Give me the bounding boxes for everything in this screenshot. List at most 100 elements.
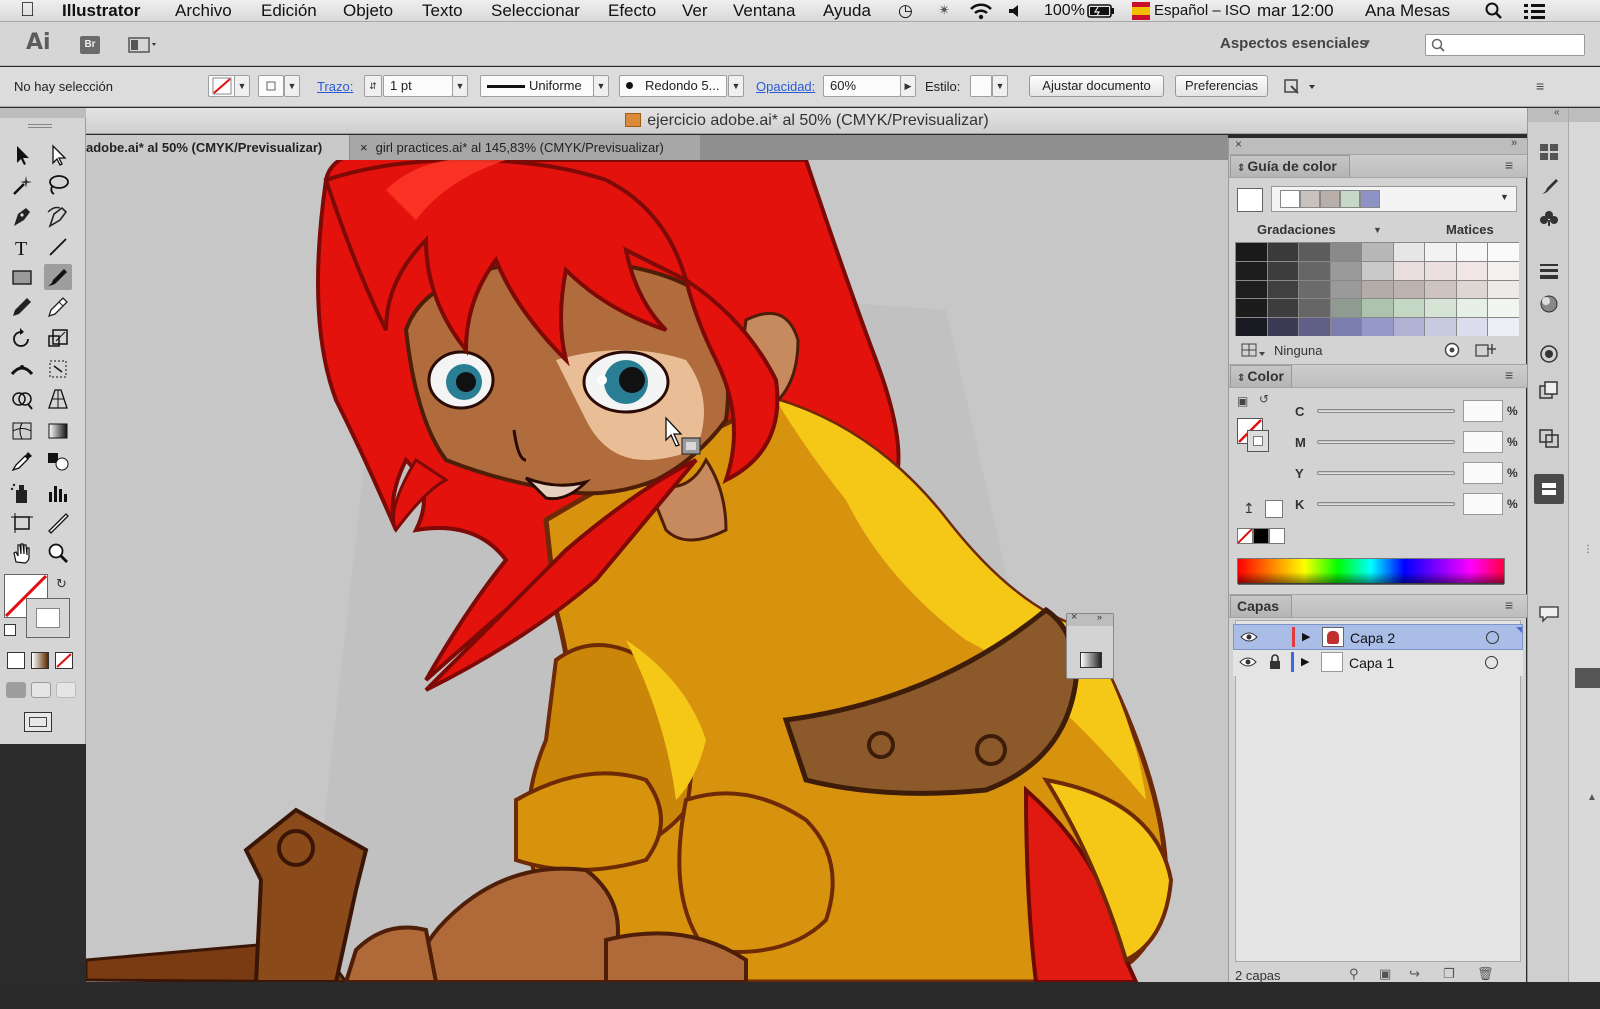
- scale-tool-icon[interactable]: [44, 326, 72, 352]
- locate-object-icon[interactable]: ⚲: [1349, 966, 1359, 982]
- artboard-tool-icon[interactable]: [8, 510, 36, 536]
- white-color-chip[interactable]: [1269, 528, 1285, 544]
- lasso-tool-icon[interactable]: [44, 172, 72, 198]
- curvature-tool-icon[interactable]: [44, 204, 72, 230]
- brushes-panel-icon[interactable]: [1538, 176, 1560, 196]
- expand-layer-icon[interactable]: ▶: [1302, 630, 1310, 643]
- limit-swatch-group-icon[interactable]: [1241, 342, 1267, 358]
- perspective-grid-tool-icon[interactable]: [44, 386, 72, 412]
- gamut-swatch[interactable]: [1265, 500, 1283, 518]
- notification-center-icon[interactable]: [1522, 2, 1548, 20]
- variation-swatch[interactable]: [1299, 243, 1330, 261]
- draw-behind-icon[interactable]: [31, 682, 51, 698]
- battery-icon[interactable]: [1087, 3, 1115, 19]
- variation-swatch[interactable]: [1362, 299, 1393, 318]
- bridge-button[interactable]: Br: [80, 36, 100, 54]
- free-transform-tool-icon[interactable]: [44, 356, 72, 382]
- stroke-stepper-icon[interactable]: ⇵: [364, 75, 382, 97]
- floating-panel-close-icon[interactable]: ×: [1071, 611, 1077, 623]
- variations-dropdown-icon[interactable]: ▼: [1373, 225, 1382, 235]
- eraser-tool-icon[interactable]: [44, 294, 72, 320]
- none-mode-button[interactable]: [55, 652, 73, 669]
- variation-swatch[interactable]: [1488, 318, 1519, 336]
- swap-fill-stroke-icon[interactable]: ↻: [56, 576, 67, 592]
- stroke-weight-dropdown-icon[interactable]: ▼: [452, 75, 468, 97]
- yellow-value-field[interactable]: [1463, 462, 1503, 484]
- workspace-scrollbar[interactable]: ⋮ ▲: [1568, 108, 1600, 988]
- variation-swatch[interactable]: [1425, 243, 1456, 261]
- layer-target-icon[interactable]: [1486, 631, 1499, 644]
- draw-normal-icon[interactable]: [6, 682, 26, 698]
- symbol-sprayer-tool-icon[interactable]: [8, 480, 36, 506]
- color-spectrum-bar[interactable]: [1237, 558, 1505, 585]
- menu-archivo[interactable]: Archivo: [175, 0, 232, 21]
- base-color-swatch[interactable]: [1237, 188, 1263, 212]
- help-search-input[interactable]: [1425, 34, 1585, 56]
- swatches-mode-label[interactable]: Matices: [1446, 222, 1494, 237]
- lock-icon[interactable]: [1269, 654, 1281, 670]
- blend-tool-icon[interactable]: [44, 448, 72, 474]
- default-fill-stroke-icon[interactable]: ▣: [1237, 394, 1248, 408]
- variation-swatch[interactable]: [1393, 243, 1425, 261]
- variation-swatch[interactable]: [1330, 261, 1362, 280]
- variation-swatch[interactable]: [1330, 318, 1362, 336]
- graphic-style-swatch[interactable]: [970, 75, 992, 97]
- default-colors-icon[interactable]: [4, 624, 16, 636]
- scroll-thumb[interactable]: [1575, 668, 1600, 688]
- volume-icon[interactable]: [1007, 3, 1023, 19]
- stroke-weight-field[interactable]: 1 pt: [383, 75, 453, 97]
- line-segment-tool-icon[interactable]: [44, 234, 72, 260]
- align-options-icon[interactable]: [1282, 77, 1318, 97]
- appearance-panel-icon[interactable]: [1538, 344, 1560, 364]
- layer-name[interactable]: Capa 1: [1349, 655, 1394, 671]
- opacity-field[interactable]: 60%: [823, 75, 901, 97]
- harmony-swatch[interactable]: [1280, 190, 1300, 208]
- strip-header[interactable]: «: [1528, 107, 1569, 122]
- variation-swatch[interactable]: [1456, 280, 1488, 299]
- harmony-swatch[interactable]: [1360, 190, 1380, 208]
- paintbrush-tool-icon[interactable]: [44, 264, 72, 290]
- variation-swatch[interactable]: [1488, 280, 1519, 299]
- rotate-tool-icon[interactable]: [8, 326, 36, 352]
- variation-swatch[interactable]: [1488, 243, 1519, 261]
- graphic-styles-panel-icon[interactable]: [1538, 380, 1560, 400]
- out-of-gamut-icon[interactable]: ↥: [1243, 500, 1255, 517]
- color-mode-button[interactable]: [7, 652, 25, 669]
- tools-grip-icon[interactable]: [28, 124, 52, 128]
- rectangle-tool-icon[interactable]: [8, 264, 36, 290]
- profile-dropdown-icon[interactable]: ▼: [593, 75, 609, 97]
- stroke-color-swatch[interactable]: [26, 598, 70, 638]
- delete-layer-icon[interactable]: 🗑: [1477, 966, 1494, 982]
- layer-name[interactable]: Capa 2: [1350, 630, 1395, 646]
- variation-swatch[interactable]: [1456, 318, 1488, 336]
- layers-panel-menu-icon[interactable]: ≡: [1505, 597, 1513, 613]
- transparency-panel-icon[interactable]: [1538, 428, 1560, 448]
- edit-colors-icon[interactable]: [1443, 342, 1461, 358]
- magenta-value-field[interactable]: [1463, 431, 1503, 453]
- variation-swatch[interactable]: [1330, 299, 1362, 318]
- brush-definition[interactable]: Redondo 5...: [619, 75, 727, 97]
- yellow-slider[interactable]: [1317, 471, 1455, 475]
- draw-inside-icon[interactable]: [56, 682, 76, 698]
- variation-swatch[interactable]: [1236, 280, 1267, 299]
- layers-tab[interactable]: Capas: [1230, 595, 1292, 617]
- clock[interactable]: mar 12:00: [1257, 0, 1334, 21]
- harmony-swatch[interactable]: [1320, 190, 1340, 208]
- variation-swatch[interactable]: [1236, 318, 1267, 336]
- variation-swatch[interactable]: [1299, 261, 1330, 280]
- variation-swatch[interactable]: [1236, 243, 1267, 261]
- color-variations-grid[interactable]: [1235, 242, 1519, 336]
- menu-seleccionar[interactable]: Seleccionar: [491, 0, 580, 21]
- mesh-tool-icon[interactable]: [8, 418, 36, 444]
- menu-texto[interactable]: Texto: [422, 0, 463, 21]
- variation-swatch[interactable]: [1456, 261, 1488, 280]
- close-tab-icon[interactable]: ×: [360, 140, 368, 155]
- zoom-tool-icon[interactable]: [44, 540, 72, 566]
- new-layer-icon[interactable]: ❐: [1443, 966, 1455, 982]
- variation-swatch[interactable]: [1393, 318, 1425, 336]
- save-swatch-group-icon[interactable]: [1475, 342, 1497, 358]
- scroll-arrow-icon[interactable]: ▲: [1587, 792, 1597, 803]
- harmony-dropdown-icon[interactable]: ▼: [1500, 192, 1509, 202]
- variation-swatch[interactable]: [1330, 243, 1362, 261]
- floating-gradient-panel[interactable]: × »: [1066, 611, 1114, 679]
